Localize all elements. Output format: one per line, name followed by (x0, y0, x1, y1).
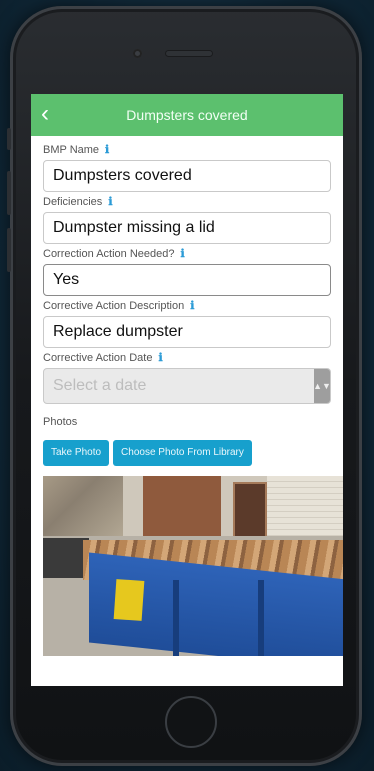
corrective-date-picker[interactable]: Select a date ▲▼ (43, 368, 331, 404)
dumpster-photo (43, 476, 343, 656)
back-chevron-icon[interactable]: ‹ (41, 102, 49, 126)
app-screen: ‹ Dumpsters covered BMP Name ℹ Dumpsters… (31, 94, 343, 686)
info-icon[interactable]: ℹ (190, 299, 194, 314)
corrective-date-label: Corrective Action Date ℹ (43, 351, 331, 366)
photo-dumpster-label (113, 579, 145, 621)
volume-up-button (7, 171, 11, 215)
volume-down-button (7, 228, 11, 272)
correction-needed-label: Correction Action Needed? ℹ (43, 247, 331, 262)
info-icon[interactable]: ℹ (158, 351, 162, 366)
bmp-name-field[interactable]: Dumpsters covered (43, 160, 331, 192)
correction-needed-field[interactable]: Yes (43, 264, 331, 296)
info-icon[interactable]: ℹ (180, 247, 184, 262)
photo-side-door (233, 482, 267, 542)
photo-stone-wall (43, 476, 123, 538)
photo-buttons: Take Photo Choose Photo From Library (43, 440, 331, 466)
bmp-form: BMP Name ℹ Dumpsters covered Deficiencie… (31, 136, 343, 656)
photo-dumpster-rib (258, 580, 264, 656)
bmp-name-label-text: BMP Name (43, 144, 100, 156)
take-photo-button[interactable]: Take Photo (43, 440, 110, 466)
front-camera (133, 49, 142, 58)
deficiencies-label-text: Deficiencies (43, 196, 103, 208)
earpiece-speaker (165, 50, 213, 57)
phone-frame: ‹ Dumpsters covered BMP Name ℹ Dumpsters… (7, 6, 362, 766)
date-placeholder: Select a date (53, 377, 147, 394)
corrective-description-label-text: Corrective Action Description (43, 300, 185, 312)
corrective-date-label-text: Corrective Action Date (43, 352, 153, 364)
photo-dumpster-rib (173, 580, 179, 656)
photo-brown-door (143, 476, 221, 542)
home-button[interactable] (165, 696, 217, 748)
dropdown-arrow-icon[interactable]: ▲▼ (313, 369, 331, 403)
deficiencies-field[interactable]: Dumpster missing a lid (43, 212, 331, 244)
bmp-name-label: BMP Name ℹ (43, 143, 331, 158)
navbar: ‹ Dumpsters covered (31, 94, 343, 136)
choose-library-button[interactable]: Choose Photo From Library (113, 440, 252, 466)
corrective-description-field[interactable]: Replace dumpster (43, 316, 331, 348)
volume-button (7, 128, 11, 150)
deficiencies-label: Deficiencies ℹ (43, 195, 331, 210)
correction-needed-label-text: Correction Action Needed? (43, 248, 175, 260)
corrective-description-label: Corrective Action Description ℹ (43, 299, 331, 314)
info-icon[interactable]: ℹ (108, 195, 112, 210)
info-icon[interactable]: ℹ (105, 143, 109, 158)
page-title: Dumpsters covered (126, 107, 248, 123)
photos-label: Photos (43, 416, 78, 428)
